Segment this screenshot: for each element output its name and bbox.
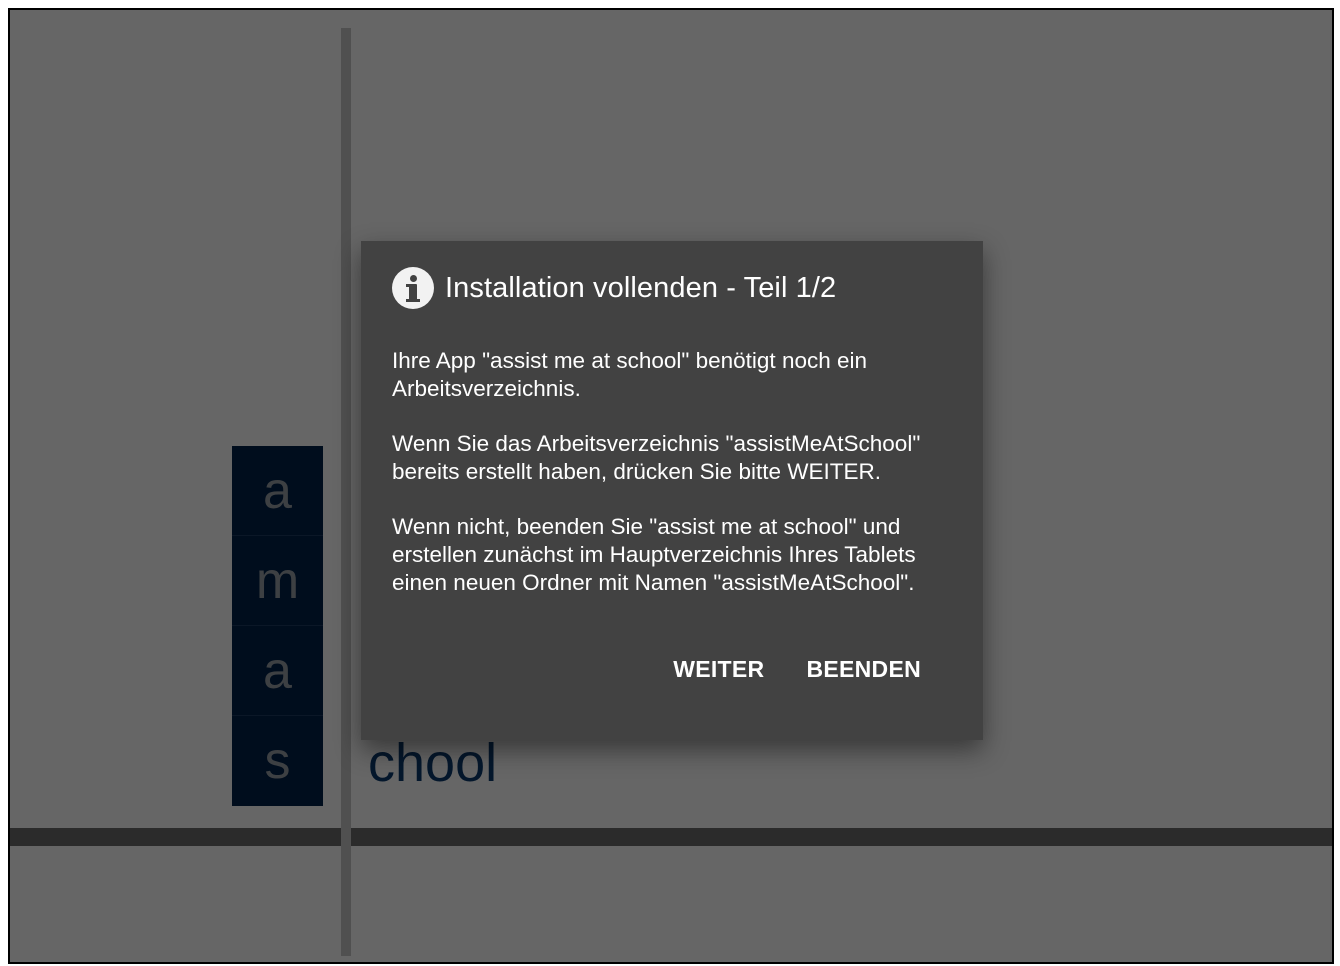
dialog-title: Installation vollenden - Teil 1/2 xyxy=(445,272,837,304)
dialog-actions: WEITER BEENDEN xyxy=(673,654,921,684)
dialog-paragraph: Ihre App "assist me at school" benötigt … xyxy=(392,348,868,401)
install-dialog: Installation vollenden - Teil 1/2 Ihre A… xyxy=(361,241,983,740)
dialog-paragraph: Wenn nicht, beenden Sie "assist me at sc… xyxy=(392,514,916,595)
dialog-header: Installation vollenden - Teil 1/2 xyxy=(392,267,836,309)
dialog-paragraph: Wenn Sie das Arbeitsverzeichnis "assistM… xyxy=(392,431,921,484)
info-icon-foot xyxy=(406,299,420,302)
screen-frame: a m a s chool Installation vollenden - T… xyxy=(8,8,1334,964)
info-icon xyxy=(392,267,434,309)
dialog-message: Ihre App "assist me at school" benötigt … xyxy=(392,347,967,624)
quit-button[interactable]: BEENDEN xyxy=(806,654,921,684)
next-button[interactable]: WEITER xyxy=(673,654,764,684)
info-icon-dot xyxy=(410,275,417,282)
